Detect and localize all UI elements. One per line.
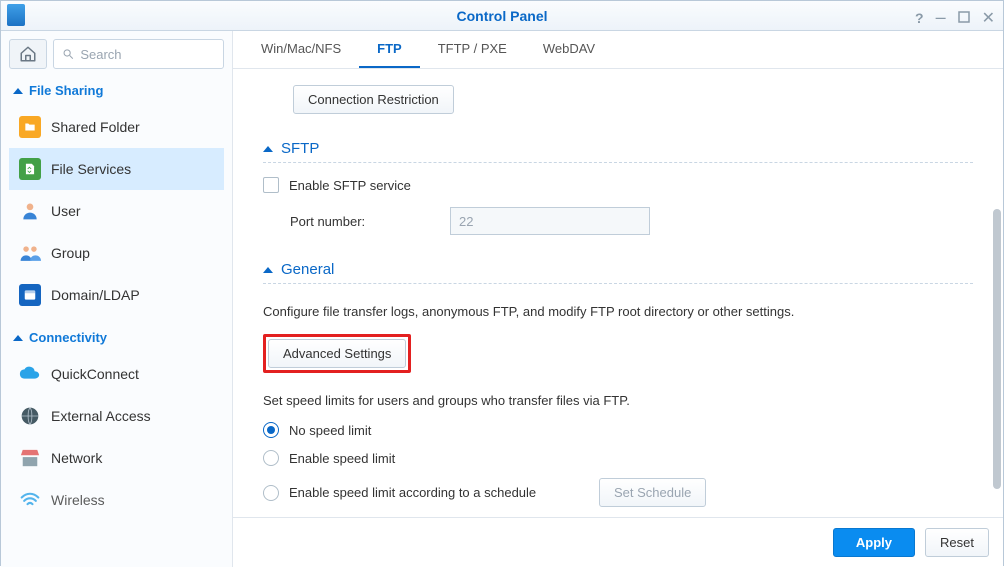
sidebar-item-wireless[interactable]: Wireless bbox=[9, 479, 224, 521]
port-input[interactable] bbox=[450, 207, 650, 235]
user-icon bbox=[19, 200, 41, 222]
chevron-up-icon bbox=[13, 88, 23, 94]
scrollbar-thumb[interactable] bbox=[993, 209, 1001, 489]
chevron-up-icon bbox=[263, 267, 273, 273]
sidebar-item-user[interactable]: User bbox=[9, 190, 224, 232]
external-access-icon bbox=[19, 405, 41, 427]
chevron-up-icon bbox=[263, 146, 273, 152]
minimize-button[interactable]: – bbox=[936, 7, 946, 28]
tab-win-mac-nfs[interactable]: Win/Mac/NFS bbox=[243, 31, 359, 68]
enable-sftp-checkbox[interactable] bbox=[263, 177, 279, 193]
sidebar-item-shared-folder[interactable]: Shared Folder bbox=[9, 106, 224, 148]
sidebar-item-quickconnect[interactable]: QuickConnect bbox=[9, 353, 224, 395]
group-icon bbox=[19, 242, 41, 264]
section-connectivity[interactable]: Connectivity bbox=[9, 326, 224, 353]
search-icon bbox=[62, 47, 74, 61]
scrollbar[interactable] bbox=[993, 69, 1001, 517]
footer: Apply Reset bbox=[233, 517, 1003, 567]
sidebar-item-group[interactable]: Group bbox=[9, 232, 224, 274]
section-sftp[interactable]: SFTP bbox=[263, 140, 973, 163]
file-services-icon bbox=[19, 158, 41, 180]
chevron-up-icon bbox=[13, 335, 23, 341]
radio-speed-limit-schedule[interactable] bbox=[263, 485, 279, 501]
home-button[interactable] bbox=[9, 39, 47, 69]
sidebar-item-domain-ldap[interactable]: Domain/LDAP bbox=[9, 274, 224, 316]
search-input[interactable] bbox=[80, 47, 215, 62]
reset-button[interactable]: Reset bbox=[925, 528, 989, 557]
apply-button[interactable]: Apply bbox=[833, 528, 915, 557]
section-file-sharing[interactable]: File Sharing bbox=[9, 79, 224, 106]
home-icon bbox=[19, 45, 37, 63]
help-icon[interactable]: ? bbox=[915, 10, 924, 26]
highlight-advanced-settings: Advanced Settings bbox=[263, 334, 411, 373]
search-box[interactable] bbox=[53, 39, 224, 69]
shared-folder-icon bbox=[19, 116, 41, 138]
window-title: Control Panel bbox=[456, 8, 547, 24]
tab-ftp[interactable]: FTP bbox=[359, 31, 420, 68]
sidebar-item-file-services[interactable]: File Services bbox=[9, 148, 224, 190]
radio-enable-speed-limit[interactable] bbox=[263, 450, 279, 466]
tab-webdav[interactable]: WebDAV bbox=[525, 31, 613, 68]
tab-tftp-pxe[interactable]: TFTP / PXE bbox=[420, 31, 525, 68]
titlebar: Control Panel ? – ✕ bbox=[1, 1, 1003, 31]
port-label: Port number: bbox=[290, 214, 440, 229]
wireless-icon bbox=[19, 489, 41, 511]
set-schedule-button[interactable]: Set Schedule bbox=[599, 478, 706, 507]
domain-ldap-icon bbox=[19, 284, 41, 306]
maximize-button[interactable] bbox=[958, 10, 970, 26]
tabs: Win/Mac/NFS FTP TFTP / PXE WebDAV bbox=[233, 31, 1003, 69]
advanced-settings-button[interactable]: Advanced Settings bbox=[268, 339, 406, 368]
titlebar-app-icon bbox=[7, 4, 25, 26]
enable-sftp-label: Enable SFTP service bbox=[289, 178, 411, 193]
sidebar-item-network[interactable]: Network bbox=[9, 437, 224, 479]
section-general[interactable]: General bbox=[263, 261, 973, 284]
sidebar-item-external-access[interactable]: External Access bbox=[9, 395, 224, 437]
connection-restriction-button[interactable]: Connection Restriction bbox=[293, 85, 454, 114]
radio-no-speed-limit[interactable] bbox=[263, 422, 279, 438]
sidebar: File Sharing Shared Folder File Services… bbox=[1, 31, 233, 567]
general-description: Configure file transfer logs, anonymous … bbox=[263, 302, 973, 322]
network-icon bbox=[19, 447, 41, 469]
quickconnect-icon bbox=[19, 363, 41, 385]
speed-description: Set speed limits for users and groups wh… bbox=[263, 391, 973, 411]
close-button[interactable]: ✕ bbox=[982, 8, 995, 28]
